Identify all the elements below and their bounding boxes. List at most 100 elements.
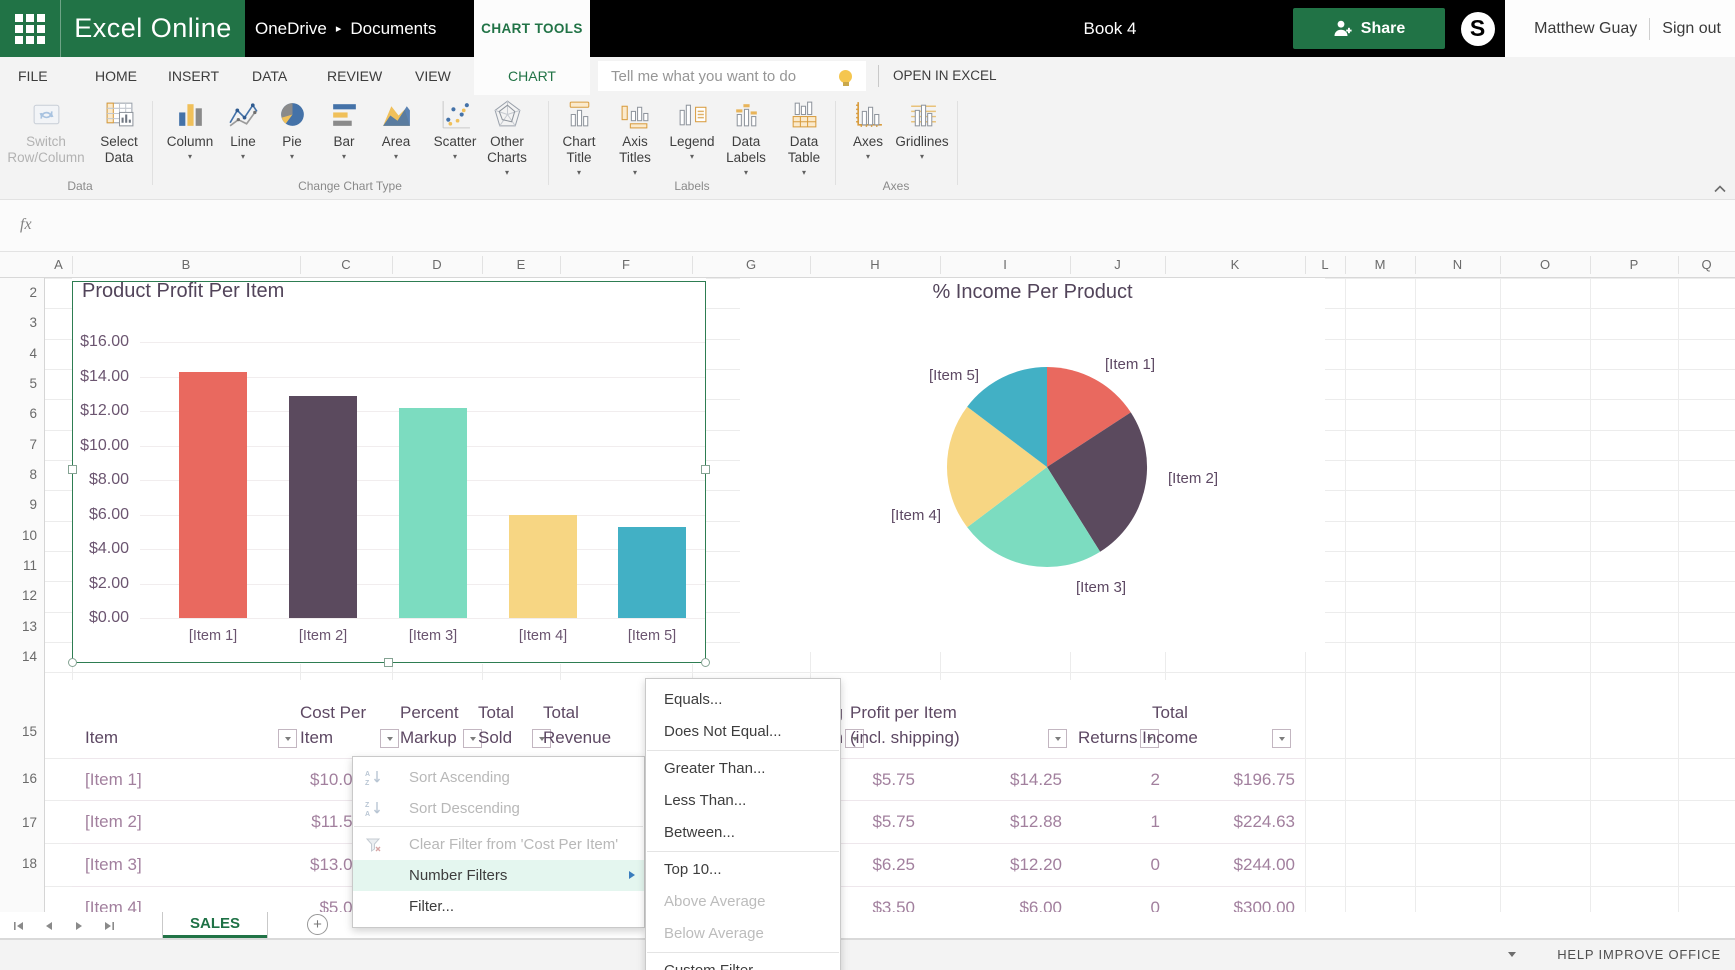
filter-context-menu: A Z Sort Ascending Z A Sort Descending C… — [352, 756, 645, 928]
next-sheet-button[interactable] — [72, 919, 86, 933]
selection-handle-right[interactable] — [701, 465, 710, 474]
submenu-item-greater-than[interactable]: Greater Than... — [646, 753, 840, 785]
column-header-I[interactable]: I — [985, 252, 1025, 278]
group-label-data: Data — [67, 179, 93, 193]
column-header-G[interactable]: G — [731, 252, 771, 278]
legend-button[interactable]: Legend ▾ — [664, 98, 720, 161]
data-labels-button[interactable]: Data Labels ▾ — [716, 98, 776, 177]
filter-button-total-income[interactable] — [1272, 729, 1291, 748]
row-header-18[interactable]: 18 — [0, 851, 37, 877]
row-header-4[interactable]: 4 — [0, 341, 37, 367]
skype-button[interactable]: S — [1450, 0, 1505, 57]
row-header-13[interactable]: 13 — [0, 614, 37, 640]
row-header-14[interactable]: 14 — [0, 644, 37, 670]
row-header-6[interactable]: 6 — [0, 401, 37, 427]
formula-bar[interactable]: fx — [0, 200, 1735, 252]
column-header-B[interactable]: B — [166, 252, 206, 278]
area-chart-button[interactable]: Area ▾ — [372, 98, 420, 161]
column-header-K[interactable]: K — [1215, 252, 1255, 278]
tab-chart-active[interactable]: CHART — [474, 57, 590, 95]
axes-button[interactable]: Axes ▾ — [846, 98, 890, 161]
column-chart-button[interactable]: Column ▾ — [164, 98, 216, 161]
filter-button-cost-per-item[interactable] — [380, 729, 399, 748]
tab-insert[interactable]: INSERT — [168, 57, 219, 95]
row-header-12[interactable]: 12 — [0, 583, 37, 609]
select-data-button[interactable]: Select Data — [88, 98, 150, 166]
tab-view[interactable]: VIEW — [415, 57, 451, 95]
submenu-item-custom-filter[interactable]: Custom Filter... — [646, 955, 840, 970]
first-sheet-button[interactable] — [12, 919, 26, 933]
line-chart-button[interactable]: Line ▾ — [220, 98, 266, 161]
sign-out-link[interactable]: Sign out — [1662, 20, 1721, 38]
submenu-item-does-not-equal[interactable]: Does Not Equal... — [646, 716, 840, 748]
bar-chart-object[interactable]: Product Profit Per Item $16.00 $14.00 $12.… — [68, 278, 710, 667]
tab-review[interactable]: REVIEW — [327, 57, 382, 95]
previous-sheet-button[interactable] — [42, 919, 56, 933]
pie-label-item1: [Item 1] — [1105, 356, 1156, 373]
group-divider — [957, 101, 958, 185]
column-header-C[interactable]: C — [326, 252, 366, 278]
column-header-D[interactable]: D — [417, 252, 457, 278]
row-header-8[interactable]: 8 — [0, 462, 37, 488]
other-charts-button[interactable]: Other Charts ▾ — [478, 98, 536, 177]
row-header-9[interactable]: 9 — [0, 492, 37, 518]
submenu-item-equals[interactable]: Equals... — [646, 684, 840, 716]
last-sheet-button[interactable] — [102, 919, 116, 933]
scatter-chart-button[interactable]: Scatter ▾ — [424, 98, 486, 161]
collapse-ribbon-button[interactable] — [1714, 180, 1726, 198]
column-header-F[interactable]: F — [606, 252, 646, 278]
tell-me-input[interactable] — [609, 66, 839, 86]
app-launcher-button[interactable] — [0, 0, 61, 57]
row-header-16[interactable]: 16 — [0, 766, 37, 792]
add-sheet-button[interactable]: + — [307, 914, 328, 935]
column-header-P[interactable]: P — [1614, 252, 1654, 278]
selection-handle-left[interactable] — [68, 465, 77, 474]
row-header-2[interactable]: 2 — [0, 280, 37, 306]
row-header-17[interactable]: 17 — [0, 810, 37, 836]
tab-home[interactable]: HOME — [95, 57, 137, 95]
gridlines-button[interactable]: Gridlines ▾ — [890, 98, 954, 161]
share-button[interactable]: Share — [1293, 8, 1445, 49]
column-header-N[interactable]: N — [1438, 252, 1478, 278]
status-dropdown-icon[interactable] — [1508, 952, 1516, 961]
selection-handle-bottom-left[interactable] — [68, 658, 77, 667]
row-header-11[interactable]: 11 — [0, 553, 37, 579]
row-header-10[interactable]: 10 — [0, 523, 37, 549]
tab-file[interactable]: FILE — [18, 57, 48, 95]
breadcrumb-parent[interactable]: OneDrive — [255, 19, 327, 39]
column-header-L[interactable]: L — [1305, 252, 1345, 278]
column-header-M[interactable]: M — [1360, 252, 1400, 278]
column-header-Q[interactable]: Q — [1687, 252, 1727, 278]
axis-titles-button[interactable]: Axis Titles ▾ — [606, 98, 664, 177]
open-in-excel-button[interactable]: OPEN IN EXCEL — [893, 57, 997, 95]
breadcrumb-current[interactable]: Documents — [350, 19, 436, 39]
data-table-button[interactable]: Data Table ▾ — [776, 98, 832, 177]
submenu-item-less-than[interactable]: Less Than... — [646, 785, 840, 817]
submenu-item-between[interactable]: Between... — [646, 817, 840, 849]
row-header-7[interactable]: 7 — [0, 432, 37, 458]
column-header-J[interactable]: J — [1098, 252, 1138, 278]
user-name[interactable]: Matthew Guay — [1534, 20, 1637, 38]
submenu-item-top-10[interactable]: Top 10... — [646, 854, 840, 886]
selection-handle-bottom-right[interactable] — [701, 658, 710, 667]
menu-item-number-filters[interactable]: Number Filters — [353, 860, 644, 891]
filter-button-item[interactable] — [278, 729, 297, 748]
sheet-tab-sales[interactable]: SALES — [162, 912, 268, 938]
column-header-E[interactable]: E — [501, 252, 541, 278]
bar-chart-button[interactable]: Bar ▾ — [322, 98, 366, 161]
column-header-H[interactable]: H — [855, 252, 895, 278]
app-logo[interactable]: Excel Online — [61, 0, 245, 57]
row-header-3[interactable]: 3 — [0, 310, 37, 336]
tab-data[interactable]: DATA — [252, 57, 287, 95]
pie-chart-object[interactable]: % Income Per Product [Item 1] [Item 2] [… — [740, 278, 1325, 652]
pie-chart-button[interactable]: Pie ▾ — [270, 98, 314, 161]
row-header-5[interactable]: 5 — [0, 371, 37, 397]
menu-item-filter[interactable]: Filter... — [353, 891, 644, 922]
row-header-15[interactable]: 15 — [0, 719, 37, 745]
chart-title-button[interactable]: Chart Title ▾ — [552, 98, 606, 177]
filter-button-profit-per-item[interactable] — [1048, 729, 1067, 748]
help-improve-office-link[interactable]: HELP IMPROVE OFFICE — [1557, 940, 1721, 970]
selection-handle-bottom[interactable] — [384, 658, 393, 667]
dropdown-caret-icon: ▾ — [187, 152, 192, 161]
column-header-O[interactable]: O — [1525, 252, 1565, 278]
